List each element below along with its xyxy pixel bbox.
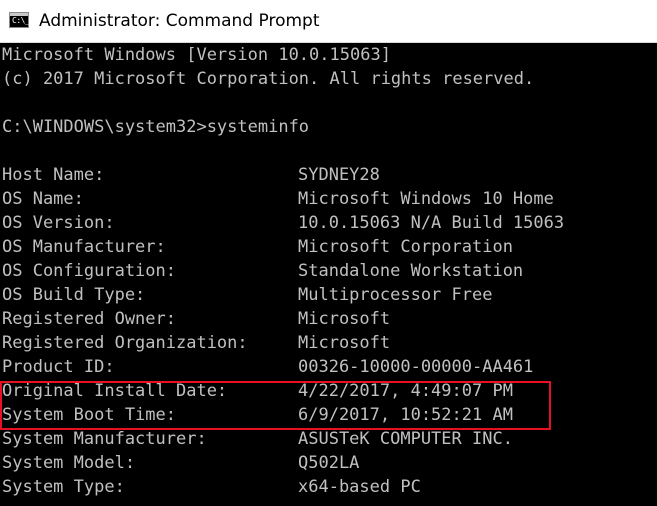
row-value: 10.0.15063 N/A Build 15063 xyxy=(298,213,565,233)
console-command-line: C:\WINDOWS\system32>systeminfo xyxy=(2,117,310,137)
row-label: OS Name: xyxy=(2,189,84,209)
highlight-box xyxy=(0,381,551,430)
cmd-icon[interactable]: C:\_ xyxy=(9,12,30,28)
row-value: Microsoft Windows 10 Home xyxy=(298,189,554,209)
row-value: Microsoft xyxy=(298,333,391,353)
title-bar[interactable]: C:\_ Administrator: Command Prompt xyxy=(0,0,657,43)
row-value: ASUSTeK COMPUTER INC. xyxy=(298,429,513,449)
row-label: System Model: xyxy=(2,453,136,473)
window-title: Administrator: Command Prompt xyxy=(39,11,320,31)
row-label: Registered Organization: xyxy=(2,333,248,353)
row-label: System Manufacturer: xyxy=(2,429,207,449)
row-label: OS Version: xyxy=(2,213,115,233)
row-value: 00326-10000-00000-AA461 xyxy=(298,357,534,377)
cmd-icon-glyph: C:\_ xyxy=(12,16,30,25)
row-label: System Type: xyxy=(2,477,125,497)
row-label: Registered Owner: xyxy=(2,309,176,329)
row-value: SYDNEY28 xyxy=(298,165,380,185)
row-label: OS Build Type: xyxy=(2,285,146,305)
console-header-line-2: (c) 2017 Microsoft Corporation. All righ… xyxy=(2,69,535,89)
row-value: x64-based PC xyxy=(298,477,421,497)
row-label: Product ID: xyxy=(2,357,115,377)
row-label: OS Configuration: xyxy=(2,261,176,281)
row-label: Host Name: xyxy=(2,165,105,185)
row-value: Microsoft xyxy=(298,309,391,329)
row-value: Microsoft Corporation xyxy=(298,237,513,257)
row-value: Standalone Workstation xyxy=(298,261,524,281)
row-value: Multiprocessor Free xyxy=(298,285,493,305)
console-output[interactable]: Microsoft Windows [Version 10.0.15063] (… xyxy=(0,43,657,506)
row-value: Q502LA xyxy=(298,453,360,473)
console-header-line-1: Microsoft Windows [Version 10.0.15063] xyxy=(2,45,391,65)
command-prompt-window: C:\_ Administrator: Command Prompt Micro… xyxy=(0,0,657,506)
row-label: OS Manufacturer: xyxy=(2,237,166,257)
